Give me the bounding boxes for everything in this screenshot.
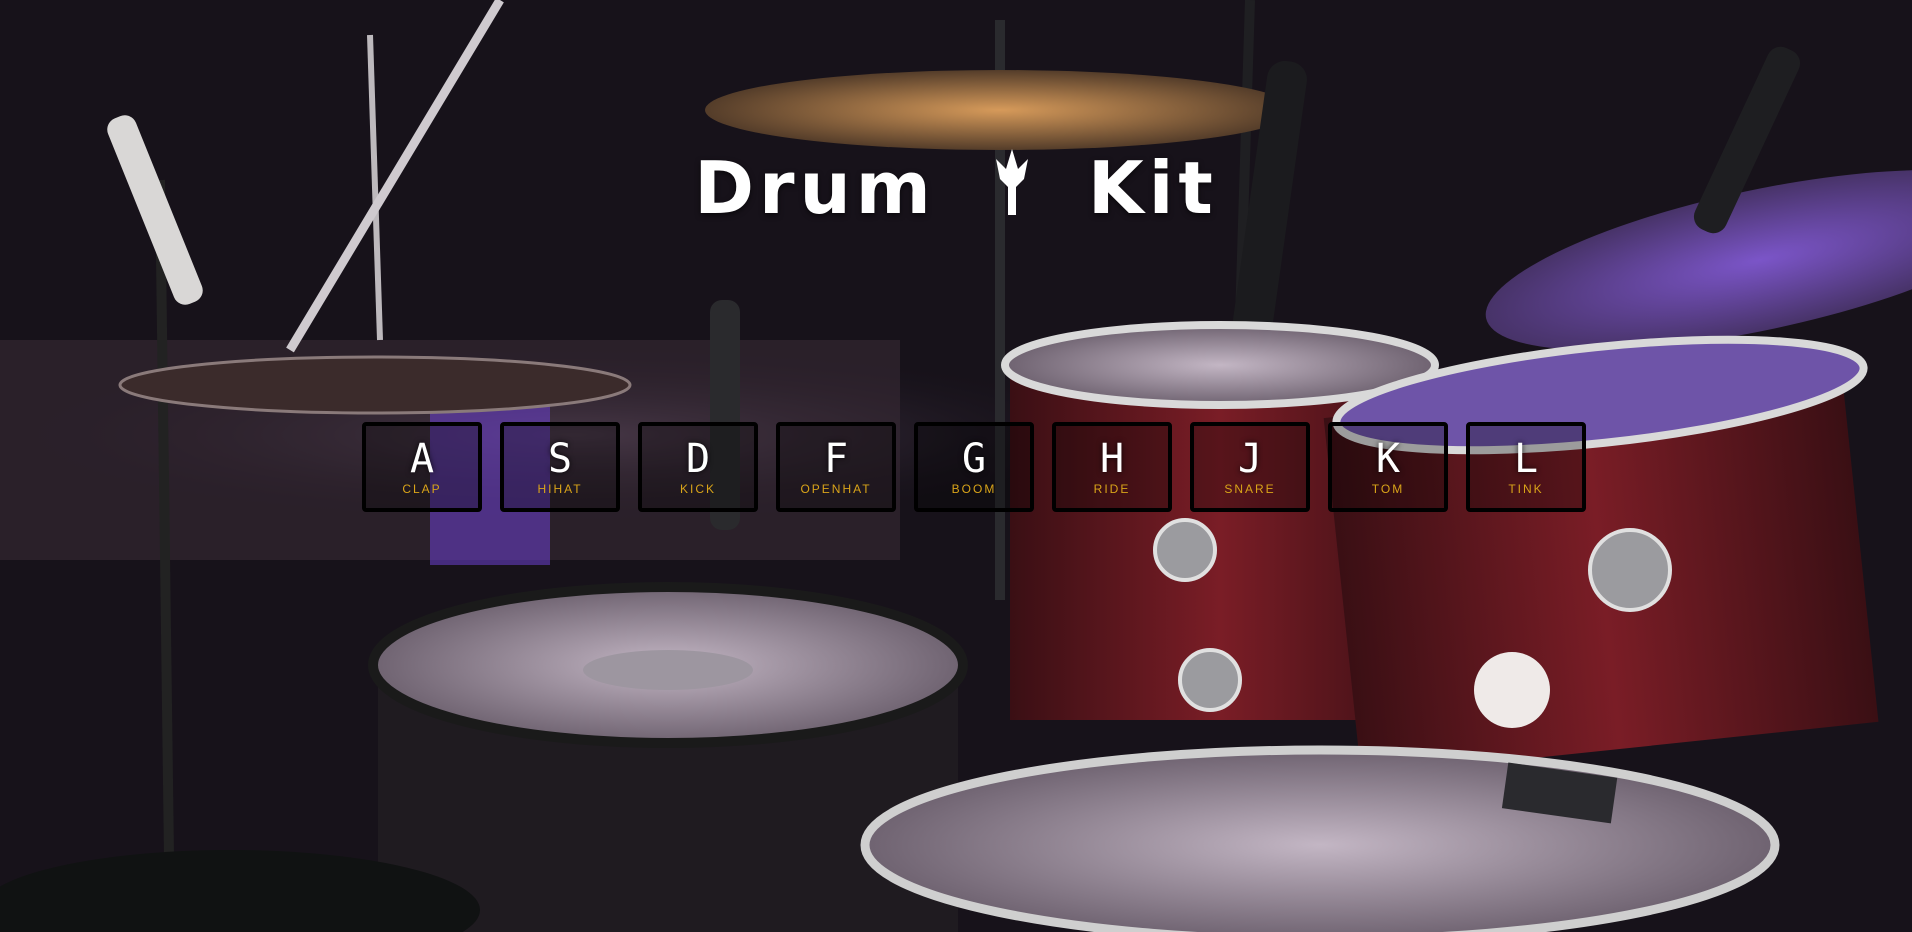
drum-key-f[interactable]: F OPENHAT [776, 422, 896, 512]
key-letter: S [547, 436, 573, 482]
sound-label: KICK [679, 482, 716, 496]
sound-label: CLAP [402, 482, 442, 496]
sound-label: HIHAT [537, 482, 583, 496]
drum-key-d[interactable]: D KICK [638, 422, 758, 512]
key-letter: F [823, 436, 849, 482]
sound-label: SNARE [1224, 482, 1276, 496]
sound-label: OPENHAT [800, 482, 872, 496]
title-word-drum: Drum [694, 146, 936, 231]
sound-label: BOOM [951, 482, 997, 496]
drum-key-a[interactable]: A CLAP [362, 422, 482, 512]
key-letter: K [1375, 436, 1401, 482]
trident-icon [972, 147, 1052, 217]
key-letter: A [409, 436, 435, 482]
drum-key-l[interactable]: L TINK [1466, 422, 1586, 512]
drum-key-s[interactable]: S HIHAT [500, 422, 620, 512]
drum-keys: A CLAP S HIHAT D KICK F OPENHAT G BOOM H… [362, 422, 1586, 512]
drum-key-h[interactable]: H RIDE [1052, 422, 1172, 512]
key-letter: D [685, 436, 711, 482]
key-letter: H [1099, 436, 1125, 482]
drum-key-j[interactable]: J SNARE [1190, 422, 1310, 512]
sound-label: TOM [1371, 482, 1405, 496]
sound-label: RIDE [1093, 482, 1131, 496]
key-letter: J [1237, 436, 1263, 482]
page-title: Drum Kit [0, 143, 1912, 233]
drum-key-g[interactable]: G BOOM [914, 422, 1034, 512]
key-letter: G [961, 436, 987, 482]
title-word-kit: Kit [1087, 146, 1218, 231]
key-letter: L [1513, 436, 1539, 482]
drum-key-k[interactable]: K TOM [1328, 422, 1448, 512]
sound-label: TINK [1508, 482, 1544, 496]
